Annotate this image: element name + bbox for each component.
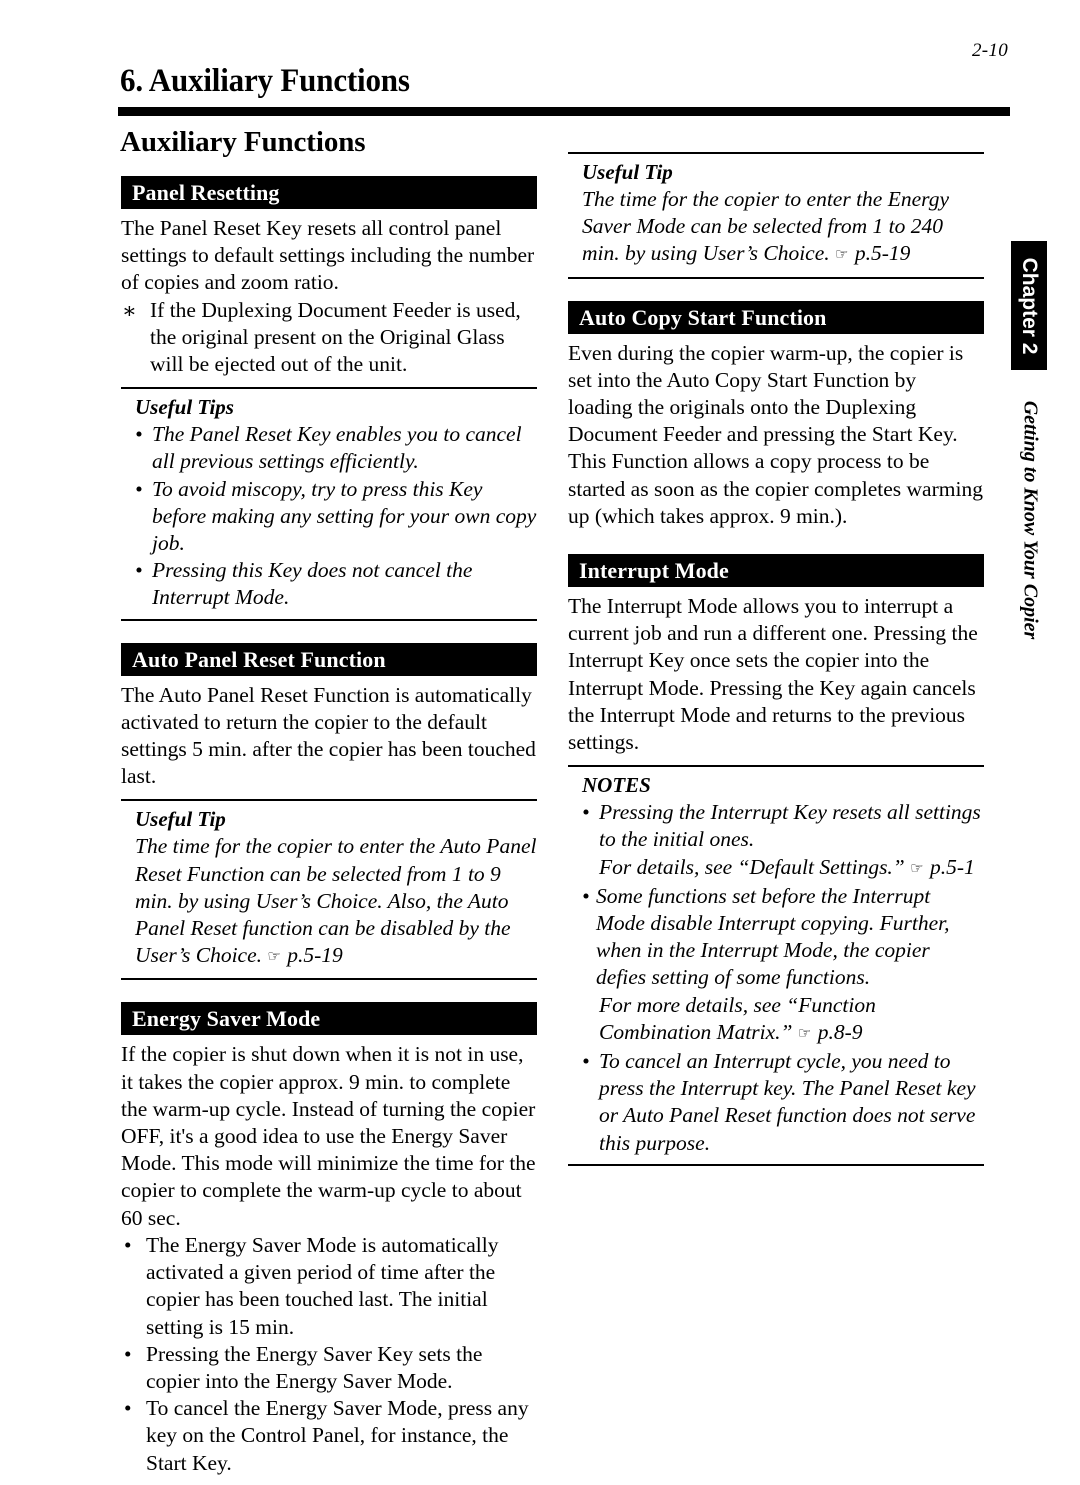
energy-saver-body: If the copier is shut down when it is no… [121,1041,537,1476]
panel-resetting-body: The Panel Reset Key resets all control p… [121,215,537,378]
auto-panel-reset-body: The Auto Panel Reset Function is automat… [121,682,537,791]
interrupt-mode-body: The Interrupt Mode allows you to interru… [568,593,984,756]
left-column: Panel Resetting The Panel Reset Key rese… [121,176,537,1477]
list-item: Pressing this Key does not cancel the In… [135,557,537,611]
tip-body: The time for the copier to enter the Ene… [568,186,984,270]
useful-tip-box-auto-panel-reset: Useful Tip The time for the copier to en… [121,799,537,981]
note-text: Pressing the Interrupt Key resets all se… [599,800,981,852]
useful-tip-box-energy-saver: Useful Tip The time for the copier to en… [568,152,984,279]
auto-copy-start-body: Even during the copier warm-up, the copi… [568,340,984,530]
energy-saver-bullet-list: The Energy Saver Mode is automatically a… [121,1232,537,1477]
heading-auto-panel-reset-function: Auto Panel Reset Function [121,642,537,676]
note-continuation-text: For details, see “Default Settings.” [599,854,905,879]
document-page: 2-10 6. Auxiliary Functions Auxiliary Fu… [0,0,1080,1485]
energy-saver-paragraph: If the copier is shut down when it is no… [121,1042,536,1230]
auto-copy-start-paragraph-1: Even during the copier warm-up, the copi… [568,340,964,447]
list-item: Pressing the Interrupt Key resets all se… [582,799,984,883]
chapter-tab-box: Chapter 2 [1011,241,1047,370]
list-item: To avoid miscopy, try to press this Key … [135,476,537,558]
list-item: To cancel an Interrupt cycle, you need t… [582,1048,984,1157]
chapter-heading: 6. Auxiliary Functions [120,63,410,99]
pointing-hand-icon: ☞ [797,1025,813,1042]
heading-interrupt-mode: Interrupt Mode [568,554,984,588]
page-number: 2-10 [971,40,1008,61]
heading-auto-copy-start-function: Auto Copy Start Function [568,300,984,334]
chapter-tab-title: Getting to Know Your Copier [1013,395,1047,645]
heading-panel-resetting: Panel Resetting [121,176,537,209]
note-page-reference: p.5-1 [929,854,975,879]
list-item: To cancel the Energy Saver Mode, press a… [121,1395,537,1477]
tip-page-reference: p.5-19 [854,241,911,266]
interrupt-mode-paragraph: The Interrupt Mode allows you to interru… [568,594,978,755]
useful-tips-list: The Panel Reset Key enables you to cance… [121,421,537,611]
pointing-hand-icon: ☞ [835,247,850,264]
useful-tips-box-panel-resetting: Useful Tips The Panel Reset Key enables … [121,387,537,621]
note-text: Some functions set before the Interrupt … [596,883,950,990]
note-continuation: For details, see “Default Settings.” ☞ p… [599,854,984,883]
tip-title: Useful Tip [582,160,673,184]
list-item: Pressing the Energy Saver Key sets the c… [121,1341,537,1395]
auto-panel-reset-paragraph: The Auto Panel Reset Function is automat… [121,682,536,789]
heading-energy-saver-mode: Energy Saver Mode [121,1002,537,1036]
pointing-hand-icon: ☞ [910,860,925,877]
interrupt-mode-notes-list: Pressing the Interrupt Key resets all se… [568,799,984,1157]
right-column: Useful Tip The time for the copier to en… [568,152,984,1166]
chapter-tab-title-text: Getting to Know Your Copier [1019,400,1042,640]
list-item: The Energy Saver Mode is automatically a… [121,1232,537,1341]
auto-copy-start-paragraph-2: This Function allows a copy process to b… [568,449,983,528]
tip-page-reference: p.5-19 [287,943,343,968]
list-item: The Panel Reset Key enables you to cance… [135,421,537,475]
list-item: Some functions set before the Interrupt … [582,883,984,1048]
note-continuation: For more details, see “Function Combinat… [596,992,984,1048]
panel-resetting-paragraph: The Panel Reset Key resets all control p… [121,216,535,295]
notes-box-interrupt-mode: NOTES Pressing the Interrupt Key resets … [568,765,984,1166]
list-item: If the Duplexing Document Feeder is used… [121,297,537,379]
pointing-hand-icon: ☞ [267,949,282,966]
note-page-reference: p.8-9 [817,1019,863,1044]
tip-title: Useful Tip [135,807,226,832]
tip-body: The time for the copier to enter the Aut… [121,833,537,971]
chapter-tab-label: Chapter 2 [1018,257,1041,354]
tip-title: Useful Tips [135,395,234,420]
section-title: Auxiliary Functions [120,126,366,158]
header-rule [118,107,1010,116]
panel-resetting-star-list: If the Duplexing Document Feeder is used… [121,297,537,379]
notes-title: NOTES [582,773,651,798]
